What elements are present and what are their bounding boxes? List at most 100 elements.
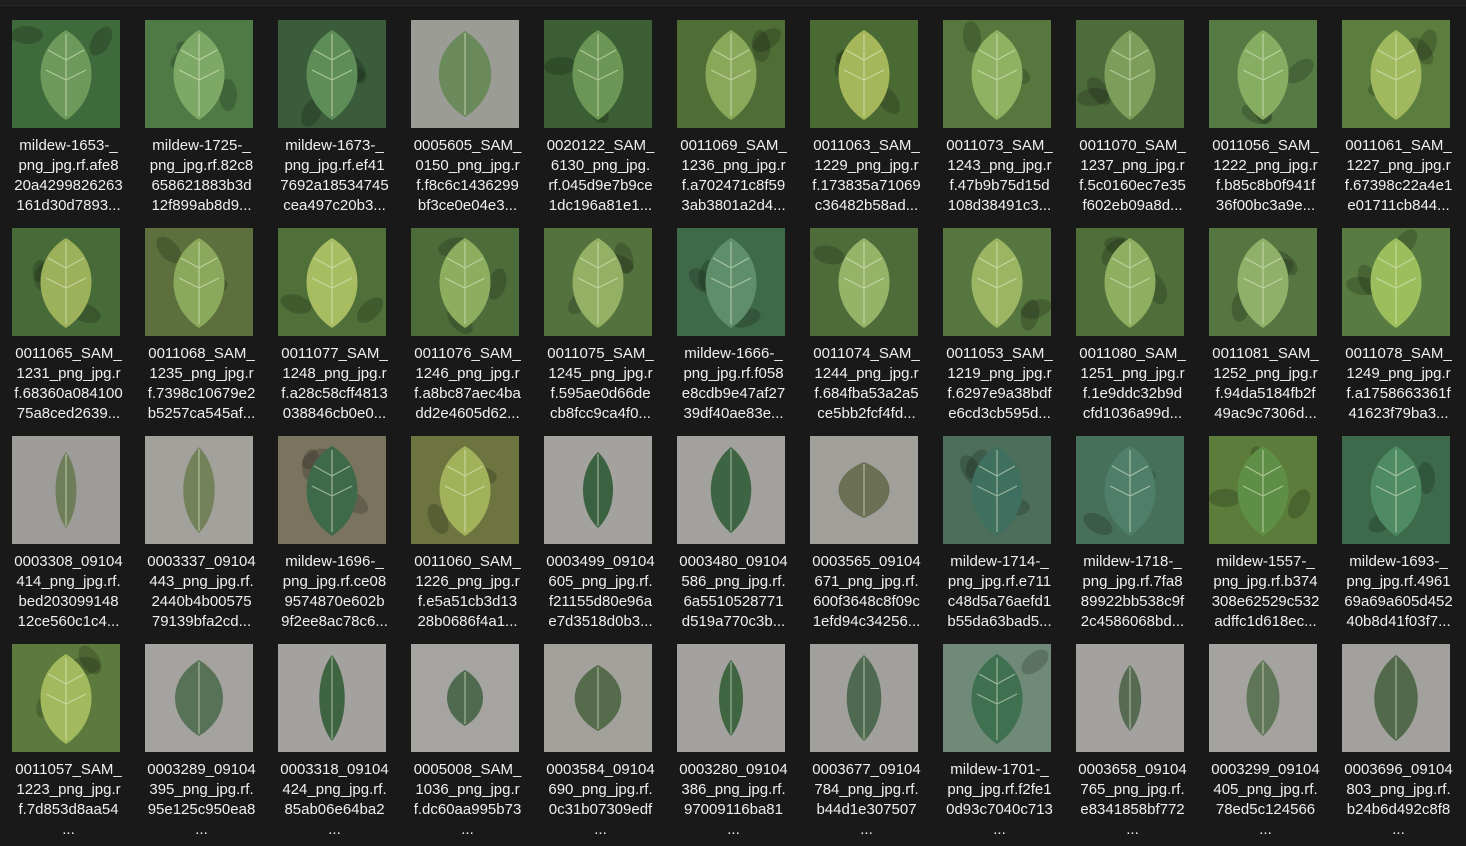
file-thumbnail[interactable] <box>1076 644 1184 752</box>
file-item[interactable]: 0003565_09104 671_png_jpg.rf. 600f3648c8… <box>800 430 933 638</box>
file-name: 0011060_SAM_ 1226_png_jpg.r f.e5a51cb3d1… <box>414 553 521 630</box>
file-thumbnail[interactable] <box>544 436 652 544</box>
file-item[interactable]: 0011074_SAM_ 1244_png_jpg.r f.684fba53a2… <box>800 222 933 430</box>
file-item[interactable]: 0011081_SAM_ 1252_png_jpg.r f.94da5184fb… <box>1199 222 1332 430</box>
file-item[interactable]: mildew-1696-_ png_jpg.rf.ce08 9574870e60… <box>268 430 401 638</box>
file-thumbnail[interactable] <box>810 436 918 544</box>
file-thumbnail[interactable] <box>677 436 785 544</box>
file-name: 0011056_SAM_ 1222_png_jpg.r f.b85c8b0f94… <box>1212 137 1319 214</box>
file-item[interactable]: 0011068_SAM_ 1235_png_jpg.r f.7398c10679… <box>135 222 268 430</box>
file-thumbnail[interactable] <box>411 436 519 544</box>
file-thumbnail[interactable] <box>1342 228 1450 336</box>
file-item[interactable]: 0011080_SAM_ 1251_png_jpg.r f.1e9ddc32b9… <box>1066 222 1199 430</box>
file-thumbnail[interactable] <box>145 436 253 544</box>
file-item[interactable]: 0011078_SAM_ 1249_png_jpg.r f.a175866336… <box>1332 222 1465 430</box>
file-item[interactable]: 0011056_SAM_ 1222_png_jpg.r f.b85c8b0f94… <box>1199 14 1332 222</box>
file-item[interactable]: 0003658_09104 765_png_jpg.rf. e8341858bf… <box>1066 638 1199 846</box>
file-item[interactable]: mildew-1725-_ png_jpg.rf.82c8 658621883b… <box>135 14 268 222</box>
file-item[interactable]: 0003480_09104 586_png_jpg.rf. 6a55105287… <box>667 430 800 638</box>
file-name: 0011074_SAM_ 1244_png_jpg.r f.684fba53a2… <box>813 345 920 422</box>
file-name: 0003658_09104 765_png_jpg.rf. e8341858bf… <box>1078 761 1187 838</box>
file-thumbnail[interactable] <box>943 228 1051 336</box>
file-name: 0011065_SAM_ 1231_png_jpg.r f.68360a0841… <box>14 345 123 422</box>
file-thumbnail[interactable] <box>677 228 785 336</box>
file-item[interactable]: 0011053_SAM_ 1219_png_jpg.r f.6297e9a38b… <box>933 222 1066 430</box>
file-thumbnail[interactable] <box>145 644 253 752</box>
file-thumbnail[interactable] <box>411 644 519 752</box>
file-item[interactable]: 0003499_09104 605_png_jpg.rf. f21155d80e… <box>534 430 667 638</box>
file-item[interactable]: 0003318_09104 424_png_jpg.rf. 85ab06e64b… <box>268 638 401 846</box>
file-thumbnail[interactable] <box>943 20 1051 128</box>
file-thumbnail[interactable] <box>1076 228 1184 336</box>
file-item[interactable]: mildew-1653-_ png_jpg.rf.afe8 20a4299826… <box>2 14 135 222</box>
file-item[interactable]: 0011073_SAM_ 1243_png_jpg.r f.47b9b75d15… <box>933 14 1066 222</box>
file-thumbnail[interactable] <box>1209 20 1317 128</box>
file-thumbnail[interactable] <box>1342 436 1450 544</box>
file-item[interactable]: 0020122_SAM_ 6130_png_jpg. rf.045d9e7b9c… <box>534 14 667 222</box>
file-item[interactable]: 0003308_09104 414_png_jpg.rf. bed2030991… <box>2 430 135 638</box>
file-item[interactable]: 0011061_SAM_ 1227_png_jpg.r f.67398c22a4… <box>1332 14 1465 222</box>
file-thumbnail[interactable] <box>544 228 652 336</box>
file-thumbnail[interactable] <box>278 228 386 336</box>
file-item[interactable]: 0011065_SAM_ 1231_png_jpg.r f.68360a0841… <box>2 222 135 430</box>
file-thumbnail[interactable] <box>943 644 1051 752</box>
file-item[interactable]: mildew-1701-_ png_jpg.rf.f2fe1 0d93c7040… <box>933 638 1066 846</box>
file-name: 0003565_09104 671_png_jpg.rf. 600f3648c8… <box>812 553 921 630</box>
file-item[interactable]: mildew-1714-_ png_jpg.rf.e711 c48d5a76ae… <box>933 430 1066 638</box>
file-name: mildew-1673-_ png_jpg.rf.ef41 7692a18534… <box>280 137 389 214</box>
file-item[interactable]: 0003584_09104 690_png_jpg.rf. 0c31b07309… <box>534 638 667 846</box>
file-item[interactable]: mildew-1718-_ png_jpg.rf.7fa8 89922bb538… <box>1066 430 1199 638</box>
file-thumbnail[interactable] <box>1209 436 1317 544</box>
file-name: mildew-1725-_ png_jpg.rf.82c8 658621883b… <box>149 137 254 214</box>
file-name: 0003318_09104 424_png_jpg.rf. 85ab06e64b… <box>280 761 389 838</box>
file-item[interactable]: 0011075_SAM_ 1245_png_jpg.r f.595ae0d66d… <box>534 222 667 430</box>
file-thumbnail[interactable] <box>943 436 1051 544</box>
file-thumbnail[interactable] <box>145 20 253 128</box>
file-thumbnail[interactable] <box>810 228 918 336</box>
file-item[interactable]: 0005008_SAM_ 1036_png_jpg.r f.dc60aa995b… <box>401 638 534 846</box>
file-thumbnail[interactable] <box>1209 644 1317 752</box>
file-thumbnail[interactable] <box>278 436 386 544</box>
file-thumbnail[interactable] <box>278 644 386 752</box>
file-thumbnail[interactable] <box>411 20 519 128</box>
file-item[interactable]: 0003696_09104 803_png_jpg.rf. b24b6d492c… <box>1332 638 1465 846</box>
file-thumbnail[interactable] <box>12 644 120 752</box>
file-thumbnail[interactable] <box>12 20 120 128</box>
file-item[interactable]: 0003289_09104 395_png_jpg.rf. 95e125c950… <box>135 638 268 846</box>
file-name: 0003337_09104 443_png_jpg.rf. 2440b4b005… <box>147 553 256 630</box>
file-thumbnail[interactable] <box>411 228 519 336</box>
file-thumbnail[interactable] <box>1209 228 1317 336</box>
file-item[interactable]: 0003299_09104 405_png_jpg.rf. 78ed5c1245… <box>1199 638 1332 846</box>
file-thumbnail[interactable] <box>145 228 253 336</box>
file-item[interactable]: mildew-1666-_ png_jpg.rf.f058 e8cdb9e47a… <box>667 222 800 430</box>
file-thumbnail[interactable] <box>544 644 652 752</box>
file-thumbnail[interactable] <box>810 20 918 128</box>
file-thumbnail[interactable] <box>544 20 652 128</box>
file-item[interactable]: 0011060_SAM_ 1226_png_jpg.r f.e5a51cb3d1… <box>401 430 534 638</box>
file-thumbnail[interactable] <box>810 644 918 752</box>
file-thumbnail[interactable] <box>1342 644 1450 752</box>
file-item[interactable]: mildew-1693-_ png_jpg.rf.4961 69a69a605d… <box>1332 430 1465 638</box>
file-item[interactable]: 0011057_SAM_ 1223_png_jpg.r f.7d853d8aa5… <box>2 638 135 846</box>
file-item[interactable]: 0003677_09104 784_png_jpg.rf. b44d1e3075… <box>800 638 933 846</box>
file-thumbnail[interactable] <box>1076 436 1184 544</box>
file-item[interactable]: 0011069_SAM_ 1236_png_jpg.r f.a702471c8f… <box>667 14 800 222</box>
file-thumbnail[interactable] <box>12 436 120 544</box>
file-item[interactable]: mildew-1557-_ png_jpg.rf.b374 308e62529c… <box>1199 430 1332 638</box>
file-thumbnail[interactable] <box>677 644 785 752</box>
file-thumbnail-grid: mildew-1653-_ png_jpg.rf.afe8 20a4299826… <box>0 14 1466 846</box>
file-thumbnail[interactable] <box>1342 20 1450 128</box>
file-item[interactable]: 0011070_SAM_ 1237_png_jpg.r f.5c0160ec7e… <box>1066 14 1199 222</box>
file-item[interactable]: 0003337_09104 443_png_jpg.rf. 2440b4b005… <box>135 430 268 638</box>
file-thumbnail[interactable] <box>12 228 120 336</box>
file-item[interactable]: 0011063_SAM_ 1229_png_jpg.r f.173835a710… <box>800 14 933 222</box>
file-thumbnail[interactable] <box>1076 20 1184 128</box>
file-thumbnail[interactable] <box>278 20 386 128</box>
file-name: mildew-1693-_ png_jpg.rf.4961 69a69a605d… <box>1344 553 1453 630</box>
file-item[interactable]: 0005605_SAM_ 0150_png_jpg.r f.f8c6c14362… <box>401 14 534 222</box>
file-thumbnail[interactable] <box>677 20 785 128</box>
file-item[interactable]: mildew-1673-_ png_jpg.rf.ef41 7692a18534… <box>268 14 401 222</box>
file-item[interactable]: 0011077_SAM_ 1248_png_jpg.r f.a28c58cff4… <box>268 222 401 430</box>
file-item[interactable]: 0003280_09104 386_png_jpg.rf. 97009116ba… <box>667 638 800 846</box>
file-item[interactable]: 0011076_SAM_ 1246_png_jpg.r f.a8bc87aec4… <box>401 222 534 430</box>
